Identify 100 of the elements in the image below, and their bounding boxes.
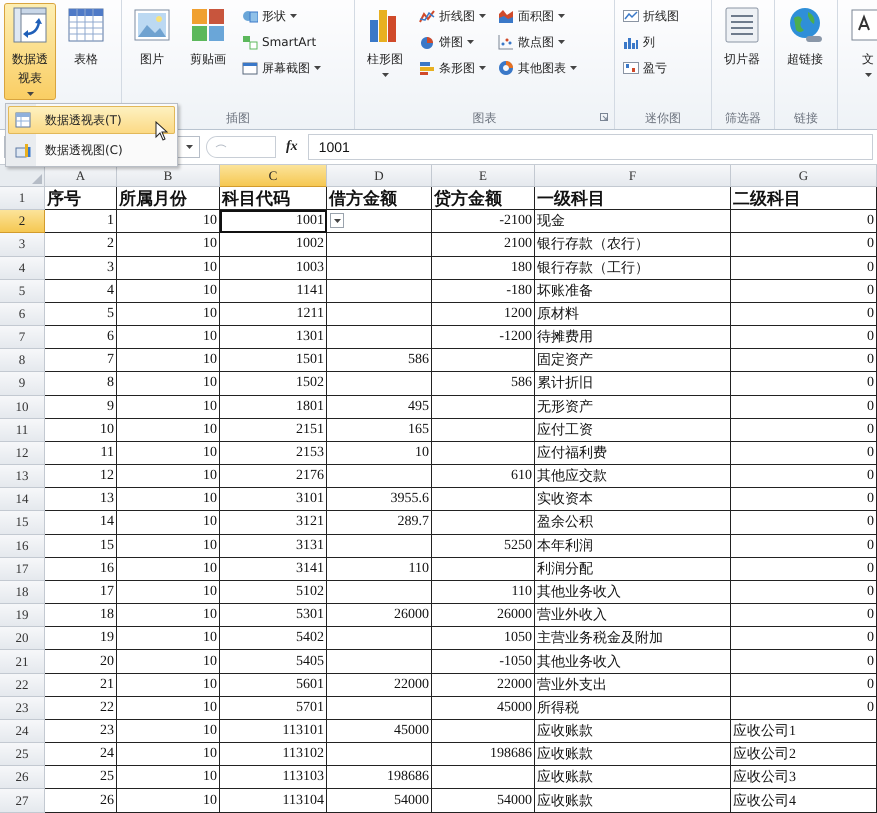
row-header[interactable]: 22 [0,674,45,697]
formula-input[interactable]: 1001 [308,134,873,160]
ribbon-button[interactable]: 文 [842,3,877,81]
ribbon-button[interactable]: 超链接 [779,3,831,73]
table-cell: 应收公司1 [731,720,877,744]
ribbon-button[interactable]: 其他图表 [494,57,581,79]
ribbon-button[interactable]: 折线图 [619,5,683,27]
table-cell: 24 [45,743,117,766]
row-header[interactable]: 9 [0,372,45,396]
ribbon-button[interactable]: 饼图 [415,31,490,53]
dropdown-button[interactable] [330,213,344,228]
table-cell: 10 [117,580,220,604]
row-header[interactable]: 18 [0,580,45,604]
ribbon-button[interactable]: 表格 [60,3,112,73]
table-cell: 0 [731,372,877,396]
ribbon-button[interactable]: 盈亏 [619,57,683,79]
ribbon-button[interactable]: 剪贴画 [182,3,234,73]
ribbon-button[interactable]: 列 [619,31,683,53]
table-cell: 3955.6 [327,488,432,512]
table-cell: 10 [117,674,220,697]
table-cell: 应收账款 [535,789,731,813]
menu-item[interactable]: 数据透视图(C) [8,136,175,164]
row-header[interactable]: 26 [0,766,45,790]
table-cell: 0 [731,465,877,488]
table-cell: 0 [731,396,877,419]
table-cell: 其他应交款 [535,465,731,488]
row-header[interactable]: 1 [0,187,45,210]
row-header[interactable]: 27 [0,789,45,813]
table-cell: 0 [731,349,877,372]
row-header[interactable]: 20 [0,627,45,650]
row-header[interactable]: 4 [0,256,45,280]
table-cell: 5402 [220,627,327,650]
column-header[interactable]: E [432,165,535,187]
scatter-icon [498,34,514,50]
row-header[interactable]: 25 [0,743,45,766]
ribbon-button[interactable]: 形状 [238,5,325,27]
ribbon-button[interactable]: 数据透视表 [4,3,56,100]
table-cell: 9 [45,396,117,419]
table-cell: 待摊费用 [535,326,731,350]
column-header[interactable]: C [220,165,327,187]
table-cell: 主营业务税金及附加 [535,627,731,650]
column-header[interactable]: D [327,165,432,187]
table-cell: 5405 [220,650,327,674]
group-label: 筛选器 [725,110,761,127]
table-cell: 其他业务收入 [535,650,731,674]
table-cell: 应收公司2 [731,743,877,766]
ribbon-button[interactable]: 切片器 [716,3,768,73]
table-cell: 0 [731,210,877,234]
insert-function-button[interactable]: fx [282,139,302,155]
row-header[interactable]: 7 [0,326,45,350]
column-header[interactable]: B [117,165,220,187]
ribbon-button[interactable]: 散点图 [494,31,581,53]
row-header[interactable]: 5 [0,280,45,303]
column-header[interactable]: A [45,165,117,187]
diagram-icon [242,34,258,50]
table-cell: 2151 [220,418,327,442]
ribbon-button[interactable]: 面积图 [494,5,581,27]
table-cell: 所得税 [535,696,731,720]
ribbon-button[interactable]: 柱形图 [359,3,411,81]
table-cell: 10 [117,442,220,466]
row-header[interactable]: 11 [0,418,45,442]
ribbon-button[interactable]: SmartArt [238,31,325,53]
column-header[interactable]: G [731,165,877,187]
ribbon-button[interactable]: 屏幕截图 [238,57,325,79]
table-cell: 12 [45,465,117,488]
row-header[interactable]: 13 [0,465,45,488]
column-title: 借方金额 [327,187,432,210]
row-header[interactable]: 10 [0,396,45,419]
table-cell: 54000 [432,789,535,813]
ribbon-button[interactable]: 条形图 [415,57,490,79]
tiles-icon [189,6,227,44]
table-cell: 25 [45,766,117,790]
row-header[interactable]: 8 [0,349,45,372]
row-header[interactable]: 14 [0,488,45,512]
row-header[interactable]: 19 [0,604,45,628]
row-header[interactable]: 24 [0,720,45,744]
table-cell: 10 [45,418,117,442]
row-header[interactable]: 12 [0,442,45,466]
table-icon [15,112,31,128]
row-header[interactable]: 16 [0,534,45,558]
table-cell: 10 [117,766,220,790]
row-header[interactable]: 6 [0,302,45,326]
menu-item[interactable]: 数据透视表(T) [8,106,175,134]
row-header[interactable]: 15 [0,511,45,535]
row-header[interactable]: 2 [0,210,45,234]
table-cell: 20 [45,650,117,674]
column-header[interactable]: F [535,165,731,187]
row-header[interactable]: 17 [0,558,45,581]
table-cell: 0 [731,696,877,720]
row-header[interactable]: 21 [0,650,45,674]
table-cell: 198686 [327,766,432,790]
row-header[interactable]: 3 [0,233,45,257]
table-cell: 1050 [432,627,535,650]
table-icon [67,6,105,44]
table-cell: -2100 [432,210,535,234]
ribbon-button[interactable]: 折线图 [415,5,490,27]
row-header[interactable]: 23 [0,696,45,720]
ribbon-button[interactable]: 图片 [126,3,178,73]
table-cell: 0 [731,580,877,604]
table-cell: -1200 [432,326,535,350]
